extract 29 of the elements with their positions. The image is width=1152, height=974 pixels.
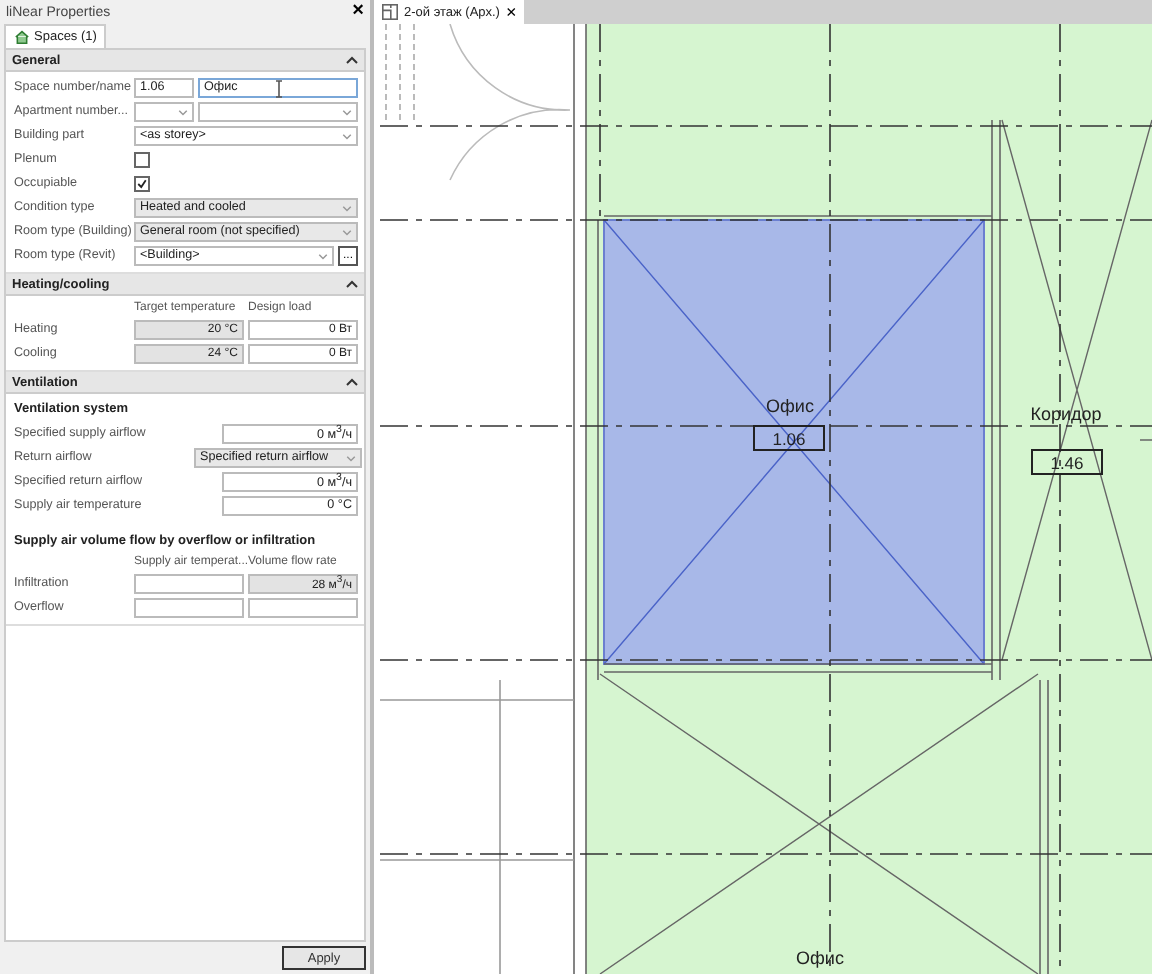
caret-icon — [342, 109, 352, 115]
checkbox[interactable] — [134, 175, 150, 191]
flow-field[interactable] — [248, 597, 358, 617]
room-area[interactable] — [1001, 119, 1152, 661]
caret-icon — [342, 133, 352, 139]
text-cursor-icon — [274, 79, 284, 97]
caret-icon — [178, 109, 188, 115]
house-icon — [14, 30, 30, 44]
check-icon — [136, 177, 148, 189]
caret-icon — [318, 253, 328, 259]
caret-icon — [346, 280, 358, 288]
caret-icon — [342, 229, 352, 235]
dropdown[interactable] — [134, 101, 194, 121]
input-field[interactable] — [134, 597, 244, 617]
room-name: Офис — [796, 948, 844, 968]
room-area[interactable] — [603, 219, 985, 665]
room-area[interactable] — [599, 673, 1039, 974]
room-name: Офис — [766, 396, 814, 416]
close-button[interactable]: × — [352, 2, 364, 22]
input-field[interactable] — [134, 573, 244, 593]
caret-icon — [346, 378, 358, 386]
room-number-tag: 1.06 — [753, 425, 825, 451]
caret-icon — [342, 205, 352, 211]
checkbox[interactable] — [134, 151, 150, 167]
caret-icon — [346, 455, 356, 461]
close-tab-button[interactable]: × — [505, 3, 517, 21]
dropdown[interactable] — [198, 101, 358, 121]
caret-icon — [346, 56, 358, 64]
floor-plan-icon — [382, 4, 398, 20]
